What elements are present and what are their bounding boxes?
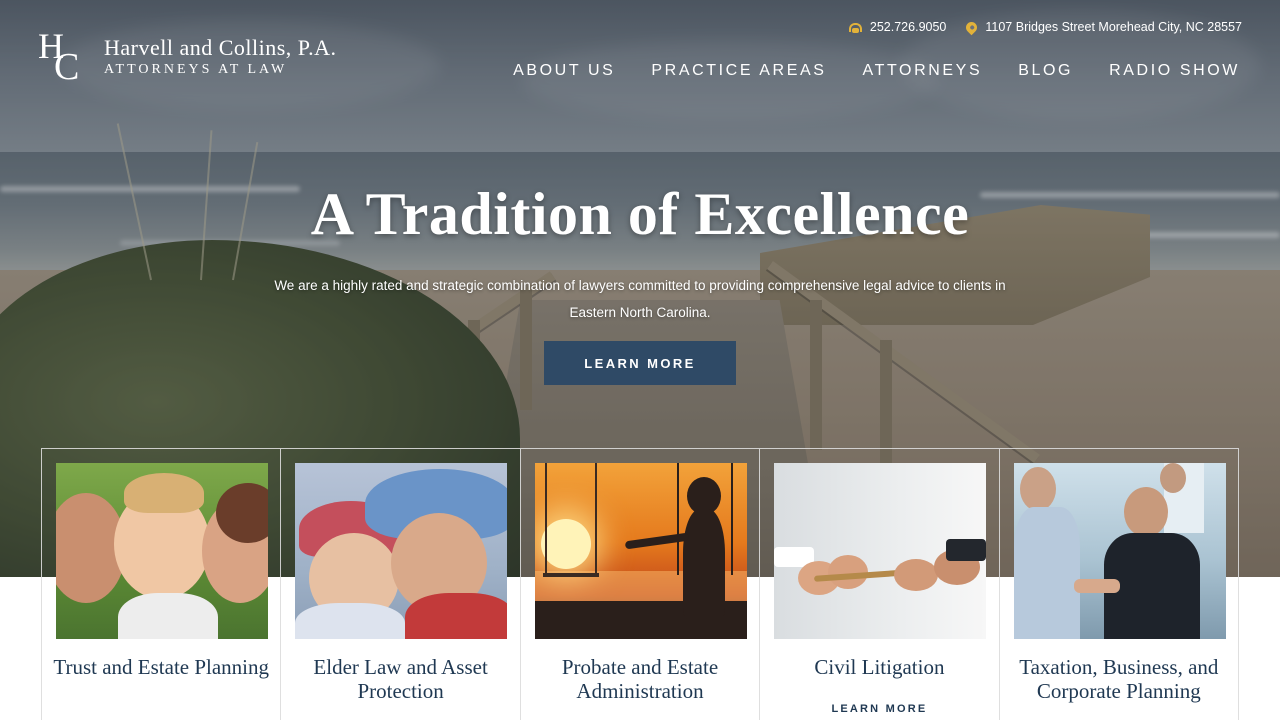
logo-mark: H C	[38, 28, 90, 88]
practice-card-civil-litigation[interactable]: Civil Litigation LEARN MORE	[760, 448, 1000, 720]
firm-tagline: Attorneys at Law	[104, 61, 288, 77]
practice-title: Trust and Estate Planning	[53, 655, 270, 679]
logo-mark-c: C	[54, 46, 80, 88]
practice-card-taxation[interactable]: Taxation, Business, and Corporate Planni…	[999, 448, 1240, 720]
practice-card-probate[interactable]: Probate and Estate Administration	[520, 448, 761, 720]
hero-title: A Tradition of Excellence	[310, 181, 970, 247]
business-handshake-photo	[1013, 463, 1226, 639]
nav-attorneys[interactable]: ATTORNEYS	[863, 62, 983, 80]
address-link[interactable]: 1107 Bridges Street Morehead City, NC 28…	[964, 19, 1242, 35]
main-nav: ABOUT US PRACTICE AREAS ATTORNEYS BLOG R…	[513, 62, 1240, 80]
sunset-swing-photo	[534, 463, 747, 639]
phone-link[interactable]: 252.726.9050	[848, 20, 947, 34]
practice-title: Taxation, Business, and Corporate Planni…	[1019, 655, 1219, 703]
tug-of-war-photo	[774, 463, 987, 639]
site-logo[interactable]: H C Harvell and Collins, P.A. Attorneys …	[38, 28, 337, 88]
practice-title: Civil Litigation	[814, 655, 945, 679]
logo-text: Harvell and Collins, P.A. Attorneys at L…	[104, 35, 337, 78]
practice-areas: Trust and Estate Planning Elder Law and …	[41, 448, 1240, 720]
hero-subtitle: We are a highly rated and strategic comb…	[274, 278, 1006, 320]
phone-number: 252.726.9050	[869, 20, 947, 34]
practice-title: Elder Law and Asset Protection	[313, 655, 488, 703]
elderly-couple-photo	[295, 463, 508, 639]
nav-about-us[interactable]: ABOUT US	[513, 62, 615, 80]
nav-practice-areas[interactable]: PRACTICE AREAS	[651, 62, 826, 80]
family-photo	[56, 463, 268, 639]
practice-learn-more[interactable]: LEARN MORE	[760, 703, 998, 715]
practice-card-trust-estate[interactable]: Trust and Estate Planning	[42, 448, 282, 720]
nav-blog[interactable]: BLOG	[1018, 62, 1073, 80]
office-address: 1107 Bridges Street Morehead City, NC 28…	[985, 20, 1242, 34]
practice-title: Probate and Estate Administration	[561, 655, 719, 703]
nav-radio-show[interactable]: RADIO SHOW	[1109, 62, 1240, 80]
map-pin-icon	[964, 19, 980, 35]
phone-icon	[848, 22, 862, 33]
learn-more-button[interactable]: LEARN MORE	[544, 341, 736, 385]
firm-name: Harvell and Collins, P.A.	[104, 34, 337, 60]
contact-bar: 252.726.9050 1107 Bridges Street Morehea…	[848, 19, 1242, 35]
practice-card-elder-law[interactable]: Elder Law and Asset Protection	[281, 448, 521, 720]
